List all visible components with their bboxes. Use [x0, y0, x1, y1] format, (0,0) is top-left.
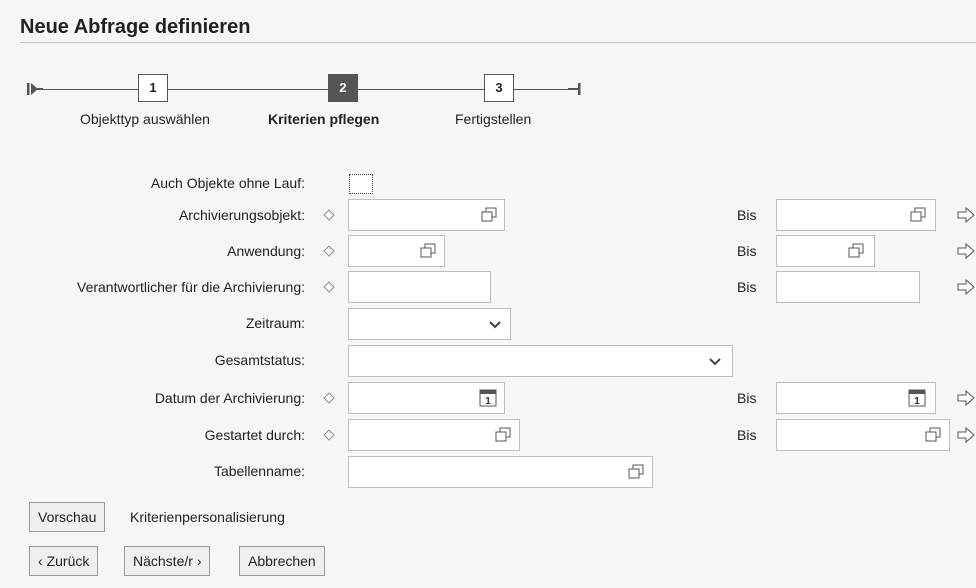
gestartet-bis-field[interactable]	[776, 419, 950, 451]
svg-text:1: 1	[914, 396, 920, 407]
value-help-icon[interactable]	[910, 207, 926, 223]
value-help-icon[interactable]	[420, 243, 436, 259]
bis-label: Bis	[737, 390, 757, 406]
auch-objekte-label: Auch Objekte ohne Lauf:	[150, 175, 305, 191]
vorschau-button[interactable]: Vorschau	[29, 502, 106, 532]
gestartet-field[interactable]	[348, 419, 520, 451]
bis-label: Bis	[737, 243, 757, 259]
multiple-selection-arrow-icon[interactable]	[957, 207, 975, 223]
roadmap-line	[43, 89, 138, 90]
zurueck-button[interactable]: ‹ Zurück	[29, 546, 99, 576]
archivierungsobjekt-bis-field[interactable]	[776, 199, 936, 231]
roadmap-step-1[interactable]: 1	[138, 74, 168, 102]
kriterienpersonalisierung-link[interactable]: Kriterienpersonalisierung	[130, 509, 285, 525]
calendar-icon[interactable]: 1	[908, 389, 926, 407]
datum-bis-field[interactable]: 1	[776, 382, 936, 414]
tabellenname-field[interactable]	[348, 456, 653, 488]
chevron-right-icon: ›	[196, 553, 202, 569]
zeitraum-select[interactable]	[348, 308, 511, 340]
zeitraum-label: Zeitraum:	[245, 315, 305, 331]
value-help-icon[interactable]	[848, 243, 864, 259]
diamond-icon	[323, 429, 335, 441]
gesamtstatus-select[interactable]	[348, 345, 733, 377]
diamond-icon	[323, 392, 335, 404]
multiple-selection-arrow-icon[interactable]	[957, 279, 975, 295]
naechste-button[interactable]: Nächste/r ›	[124, 546, 211, 576]
page-title: Neue Abfrage definieren	[20, 16, 251, 38]
roadmap-end-icon	[568, 83, 581, 95]
roadmap-step-3-label: Fertigstellen	[455, 111, 532, 127]
roadmap-start-icon	[27, 83, 43, 95]
value-help-icon[interactable]	[628, 464, 644, 480]
roadmap-line	[358, 89, 484, 90]
value-help-icon[interactable]	[481, 207, 497, 223]
archivierungsobjekt-label: Archivierungsobjekt:	[178, 207, 305, 223]
anwendung-bis-field[interactable]	[776, 235, 875, 267]
chevron-down-icon[interactable]	[707, 353, 723, 369]
auch-objekte-checkbox[interactable]	[349, 174, 373, 194]
bis-label: Bis	[737, 207, 757, 223]
diamond-icon	[323, 245, 335, 257]
diamond-icon	[323, 209, 335, 221]
zurueck-label: Zurück	[46, 553, 90, 569]
gestartet-label: Gestartet durch:	[204, 427, 305, 443]
value-help-icon[interactable]	[495, 427, 511, 443]
roadmap-step-1-label: Objekttyp auswählen	[80, 111, 210, 127]
calendar-icon[interactable]: 1	[479, 389, 497, 407]
archivierungsobjekt-field[interactable]	[348, 199, 505, 231]
multiple-selection-arrow-icon[interactable]	[957, 243, 975, 259]
anwendung-field[interactable]	[348, 235, 445, 267]
title-divider	[20, 42, 976, 43]
roadmap-step-2[interactable]: 2	[328, 74, 358, 102]
datum-label: Datum der Archivierung:	[154, 390, 305, 406]
anwendung-label: Anwendung:	[227, 243, 305, 259]
verantwortlicher-bis-field[interactable]	[776, 271, 920, 303]
roadmap-step-2-label: Kriterien pflegen	[268, 111, 380, 127]
chevron-left-icon: ‹	[38, 553, 43, 569]
gesamtstatus-label: Gesamtstatus:	[214, 352, 305, 368]
bis-label: Bis	[737, 279, 757, 295]
datum-field[interactable]: 1	[348, 382, 505, 414]
multiple-selection-arrow-icon[interactable]	[957, 427, 975, 443]
roadmap-line	[514, 89, 574, 90]
bis-label: Bis	[737, 427, 757, 443]
svg-text:1: 1	[485, 396, 491, 407]
abbrechen-button[interactable]: Abbrechen	[239, 546, 325, 576]
roadmap-step-3[interactable]: 3	[484, 74, 514, 102]
diamond-icon	[323, 281, 335, 293]
verantwortlicher-label: Verantwortlicher für die Archivierung:	[77, 279, 305, 295]
tabellenname-label: Tabellenname:	[213, 463, 305, 479]
value-help-icon[interactable]	[925, 427, 941, 443]
naechste-label: Nächste/r	[133, 553, 193, 569]
verantwortlicher-field[interactable]	[348, 271, 491, 303]
roadmap-line	[168, 89, 328, 90]
chevron-down-icon[interactable]	[487, 316, 503, 332]
multiple-selection-arrow-icon[interactable]	[957, 390, 975, 406]
